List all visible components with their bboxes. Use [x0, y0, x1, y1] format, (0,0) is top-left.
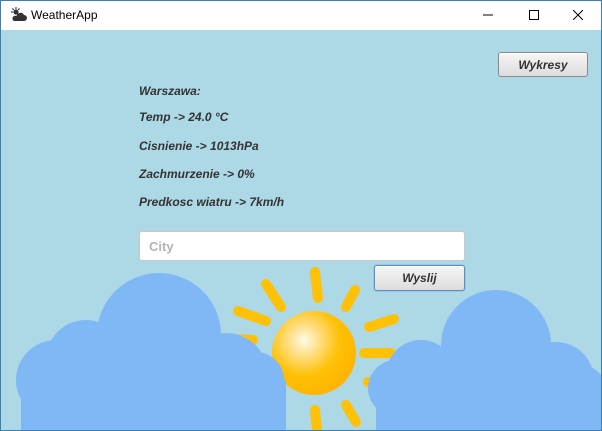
- city-label: Warszawa:: [139, 84, 201, 98]
- temperature-label: Temp -> 24.0 °C: [139, 110, 229, 124]
- minimize-icon: [483, 7, 493, 25]
- pressure-label: Cisnienie -> 1013hPa: [139, 139, 259, 153]
- main-panel: Wykresy Warszawa: Temp -> 24.0 °C Cisnie…: [1, 30, 601, 430]
- weather-background-illustration: [16, 267, 601, 430]
- window-title: WeatherApp: [31, 8, 98, 22]
- close-button[interactable]: [555, 1, 601, 30]
- send-button[interactable]: Wyslij: [374, 265, 465, 291]
- maximize-button[interactable]: [511, 1, 557, 30]
- cloud-left-icon: [16, 273, 286, 430]
- cloudiness-label: Zachmurzenie -> 0%: [139, 167, 255, 181]
- city-search-input[interactable]: [139, 231, 465, 261]
- app-window: WeatherApp Wykresy Warszawa: Temp -> 24.…: [0, 0, 602, 431]
- cloud-sun-icon: [10, 6, 28, 23]
- maximize-icon: [529, 7, 539, 25]
- charts-button[interactable]: Wykresy: [498, 52, 588, 77]
- cloud-right-icon: [368, 290, 601, 430]
- close-icon: [572, 7, 584, 25]
- title-bar[interactable]: WeatherApp: [1, 1, 601, 30]
- minimize-button[interactable]: [465, 1, 511, 30]
- wind-speed-label: Predkosc wiatru -> 7km/h: [139, 195, 285, 209]
